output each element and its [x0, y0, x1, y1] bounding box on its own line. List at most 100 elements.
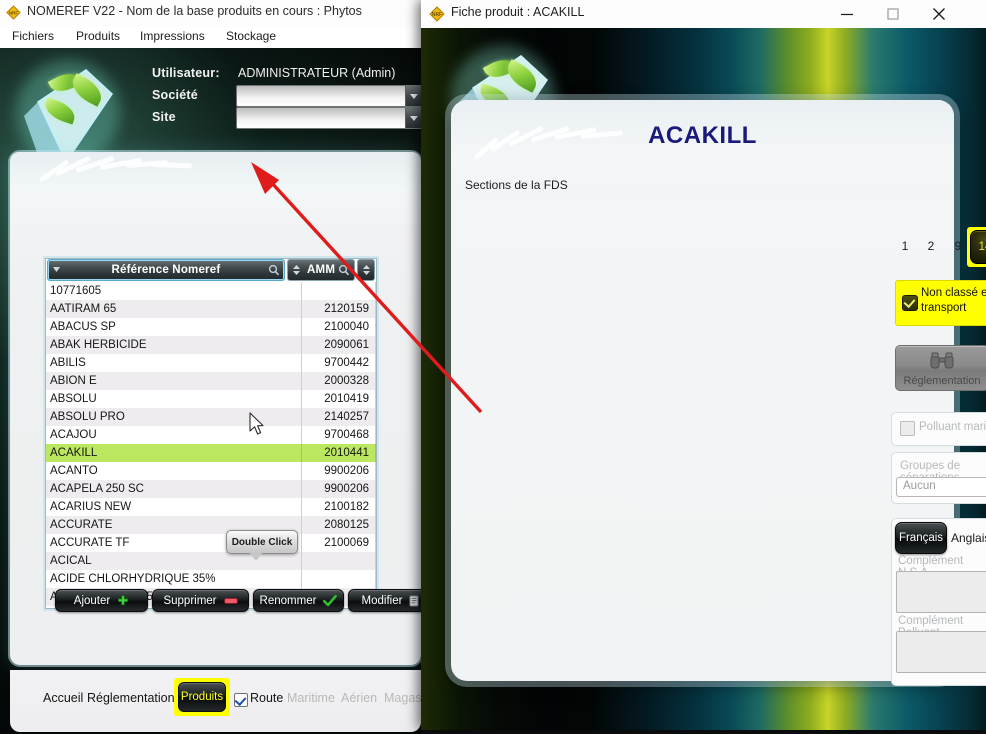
non-classe-transport-checkbox[interactable]: Non classé en transport	[895, 280, 986, 326]
cell-reference: ACAPELA 250 SC	[46, 480, 302, 498]
binoculars-icon	[930, 352, 954, 369]
cell-amm: 9900206	[302, 480, 376, 498]
supprimer-button[interactable]: Supprimer	[152, 589, 249, 612]
dialog-title-bar: NRF Fiche produit : ACAKILL	[421, 0, 986, 29]
polluant-marin-label: Polluant marin / Dangereux pour l'enviro…	[919, 421, 986, 433]
reglementation-button[interactable]: Réglementation	[895, 345, 986, 391]
groupes-separations-select[interactable]: Aucun	[896, 477, 986, 497]
table-row[interactable]: ACCURATE2080125	[46, 516, 376, 534]
table-row[interactable]: ACARIUS NEW2100182	[46, 498, 376, 516]
table-row[interactable]: 10771605	[46, 282, 376, 300]
modifier-button[interactable]: Modifier	[348, 589, 421, 612]
table-row[interactable]: ABSOLU PRO2140257	[46, 408, 376, 426]
section-tab-14[interactable]: 14	[967, 227, 986, 267]
app-icon: NRF	[6, 5, 21, 20]
reglementation-label: Réglementation	[896, 375, 986, 387]
cell-amm: 2090061	[302, 336, 376, 354]
table-row[interactable]: ABION E2000328	[46, 372, 376, 390]
section-tab-9[interactable]: 9	[952, 240, 964, 253]
table-row[interactable]: ACIDE CHLORHYDRIQUE 35%	[46, 570, 376, 588]
table-row[interactable]: AATIRAM 652120159	[46, 300, 376, 318]
label-societe: Société	[152, 88, 198, 102]
lang-tab-anglais[interactable]: Anglais	[951, 531, 986, 545]
cell-reference: ABACUS SP	[46, 318, 302, 336]
complement-polluant-textarea[interactable]	[896, 631, 986, 673]
table-row[interactable]: ACAPELA 250 SC9900206	[46, 480, 376, 498]
table-row[interactable]: ABILIS9700442	[46, 354, 376, 372]
renommer-label: Renommer	[260, 595, 317, 607]
chevron-down-icon[interactable]	[405, 108, 421, 128]
grid-header-row: Référence Nomeref AMM	[46, 259, 376, 281]
column-header-amm[interactable]: AMM	[287, 259, 355, 281]
column-header-reference[interactable]: Référence Nomeref	[47, 259, 285, 281]
plus-icon	[117, 595, 129, 607]
menu-produits[interactable]: Produits	[76, 29, 120, 43]
search-icon[interactable]	[338, 264, 350, 276]
cell-amm: 2120159	[302, 300, 376, 318]
column-header-extra[interactable]	[357, 259, 375, 281]
table-row[interactable]: ACCURATE TF2100069	[46, 534, 376, 552]
table-row[interactable]: ACAKILL2010441	[46, 444, 376, 462]
main-menu-bar: Fichiers Produits Impressions Stockage	[0, 26, 421, 49]
close-icon[interactable]	[916, 0, 962, 28]
section-tab-1[interactable]: 1	[899, 240, 911, 253]
societe-combobox[interactable]	[236, 85, 421, 107]
polluant-marin-checkbox[interactable]	[900, 421, 915, 436]
cell-amm: 2100069	[302, 534, 376, 552]
cell-reference: ACICAL	[46, 552, 302, 570]
check-icon	[323, 595, 337, 607]
table-row[interactable]: ABAK HERBICIDE2090061	[46, 336, 376, 354]
tooltip-text: Double Click	[232, 537, 293, 548]
minimize-icon[interactable]	[824, 0, 870, 28]
menu-impressions[interactable]: Impressions	[140, 29, 205, 43]
cell-reference: ABSOLU PRO	[46, 408, 302, 426]
ajouter-button[interactable]: Ajouter	[55, 589, 148, 612]
main-window-title: NOMEREF V22 - Nom de la base produits en…	[27, 4, 362, 18]
chevron-down-icon[interactable]	[405, 86, 421, 106]
cell-reference: ABSOLU	[46, 390, 302, 408]
table-row[interactable]: ABACUS SP2100040	[46, 318, 376, 336]
column-header-amm-label: AMM	[307, 264, 335, 276]
table-row[interactable]: ACANTO9900206	[46, 462, 376, 480]
nav-aerien[interactable]: Aérien	[341, 691, 377, 705]
cell-reference: ACAKILL	[46, 444, 302, 462]
table-row[interactable]: ACICAL	[46, 552, 376, 570]
nav-accueil[interactable]: Accueil	[43, 691, 83, 705]
cell-amm: 2080125	[302, 516, 376, 534]
cell-reference: ACIDE CHLORHYDRIQUE 35%	[46, 570, 302, 588]
nav-route[interactable]: Route	[250, 691, 283, 705]
menu-fichiers[interactable]: Fichiers	[12, 29, 54, 43]
search-icon[interactable]	[268, 264, 280, 276]
cell-amm	[302, 552, 376, 570]
modifier-label: Modifier	[362, 595, 403, 607]
main-title-bar: NRF NOMEREF V22 - Nom de la base produit…	[0, 0, 421, 27]
nav-maritime[interactable]: Maritime	[287, 691, 335, 705]
lang-tab-francais[interactable]: Français	[895, 522, 947, 554]
complement-nsa-textarea[interactable]	[896, 571, 986, 613]
ajouter-label: Ajouter	[74, 595, 110, 607]
table-row[interactable]: ABSOLU2010419	[46, 390, 376, 408]
menu-stockage[interactable]: Stockage	[226, 29, 276, 43]
site-combobox[interactable]	[236, 107, 421, 129]
route-checkbox[interactable]	[234, 693, 248, 707]
product-title: ACAKILL	[451, 122, 954, 150]
section-tab-2[interactable]: 2	[925, 240, 937, 253]
supprimer-label: Supprimer	[163, 595, 216, 607]
cell-reference: ABILIS	[46, 354, 302, 372]
nomeref-main-window: NRF NOMEREF V22 - Nom de la base produit…	[0, 0, 421, 734]
main-window-body: Utilisateur: ADMINISTRATEUR (Admin) Soci…	[0, 48, 421, 734]
cell-reference: ABAK HERBICIDE	[46, 336, 302, 354]
maximize-icon[interactable]	[870, 0, 916, 28]
nav-produits[interactable]: Produits	[174, 678, 230, 716]
screen: NRF NOMEREF V22 - Nom de la base produit…	[0, 0, 986, 734]
nav-magasin[interactable]: Magasin	[384, 691, 421, 705]
cell-amm: 2100182	[302, 498, 376, 516]
sort-icon	[52, 263, 61, 277]
table-row[interactable]: ACAJOU9700468	[46, 426, 376, 444]
cell-amm: 9900206	[302, 462, 376, 480]
double-click-tooltip: Double Click	[226, 530, 298, 554]
nav-reglementation[interactable]: Réglementation	[87, 691, 175, 705]
products-grid: Référence Nomeref AMM 10771605AATIRAM 65	[45, 258, 377, 609]
cell-amm	[302, 282, 376, 300]
renommer-button[interactable]: Renommer	[253, 589, 344, 612]
